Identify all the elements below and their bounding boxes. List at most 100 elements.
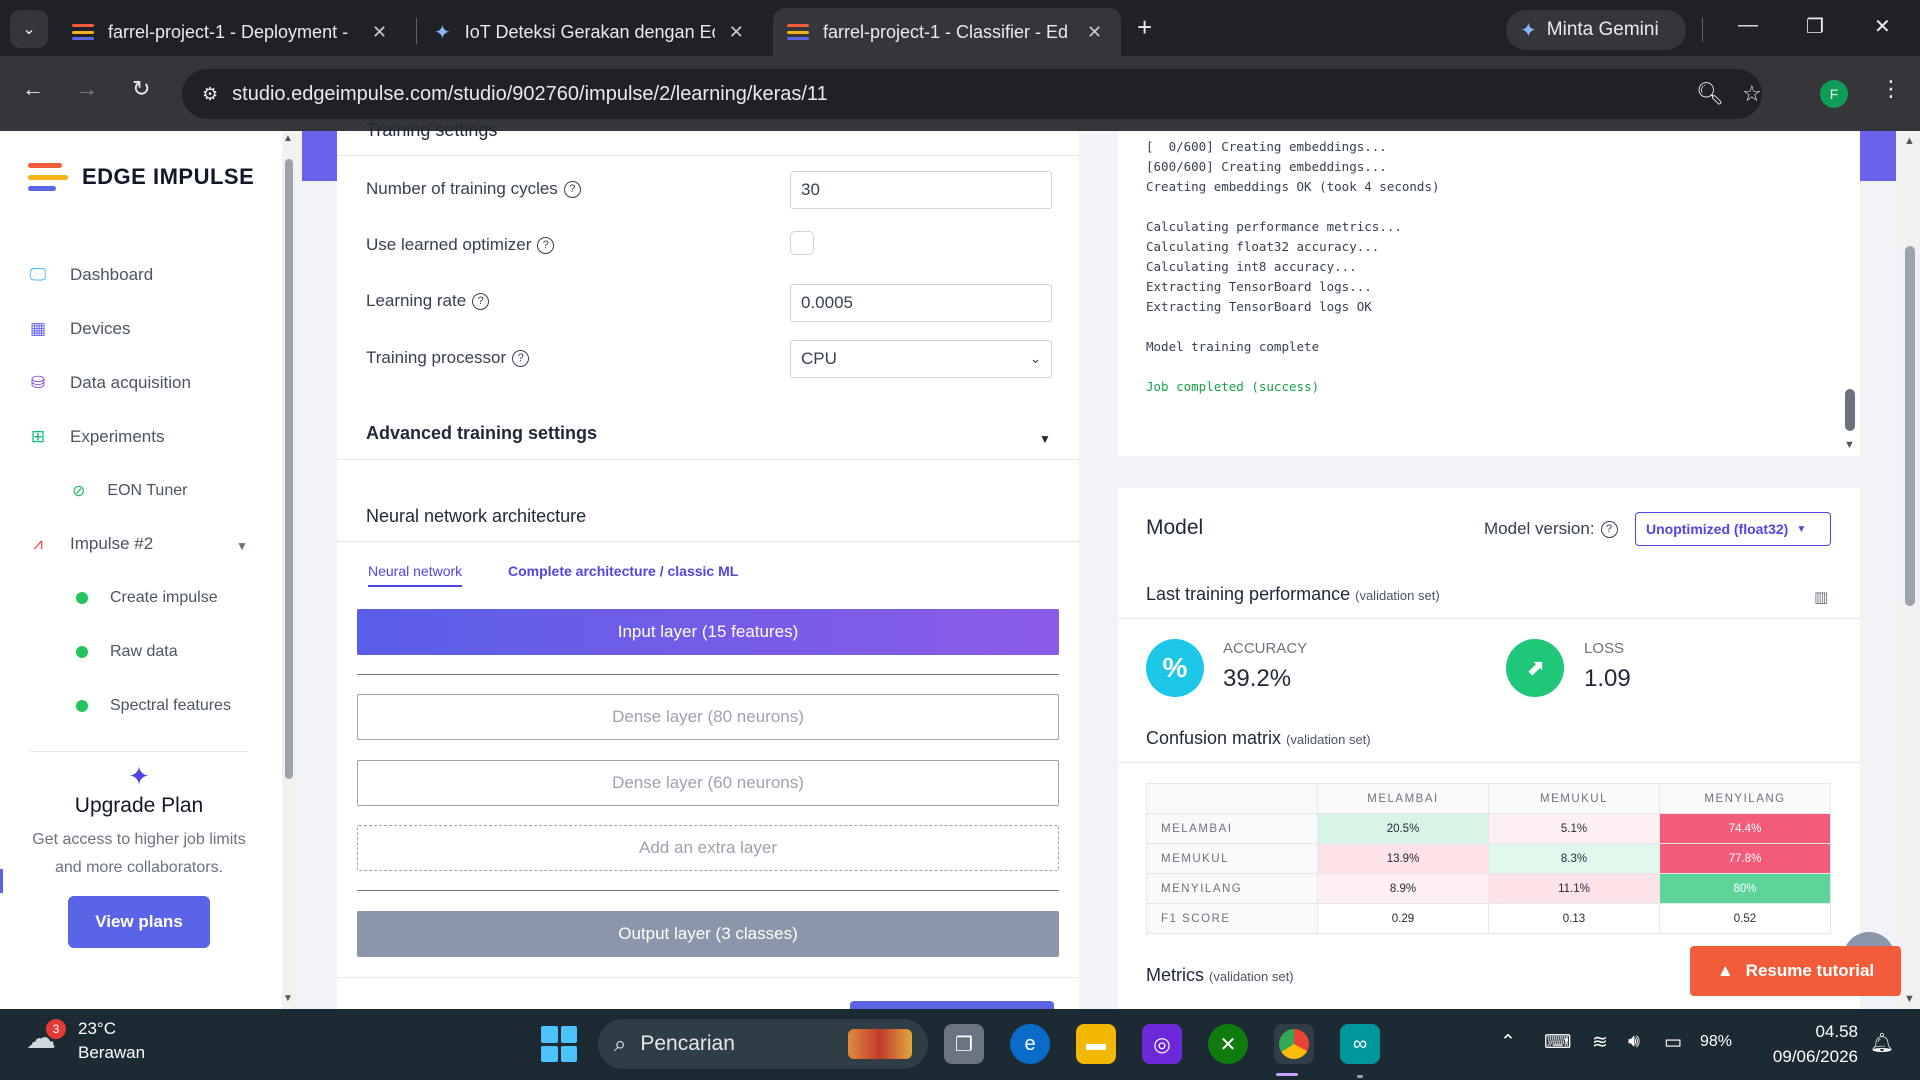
chrome-icon[interactable] <box>1274 1024 1314 1064</box>
start-training-button[interactable] <box>850 1001 1054 1009</box>
close-window-button[interactable]: ✕ <box>1874 14 1891 39</box>
sidebar-item-raw-data[interactable]: Raw data <box>76 643 178 661</box>
training-cycles-input[interactable]: 30 <box>790 171 1052 209</box>
log-line: [ 0/600] Creating embeddings... <box>1146 139 1387 154</box>
sidebar-item-devices[interactable]: ▦ Devices <box>28 319 131 339</box>
sidebar-item-create-impulse[interactable]: Create impulse <box>76 589 218 607</box>
output-layer-block[interactable]: Output layer (3 classes) <box>357 911 1059 957</box>
arduino-icon[interactable]: ∞ <box>1340 1024 1380 1064</box>
back-button[interactable]: ← <box>22 76 44 102</box>
reload-button[interactable]: ↻ <box>132 76 150 102</box>
close-icon[interactable]: ✕ <box>729 22 744 43</box>
arrow-right-icon: → <box>76 76 98 101</box>
help-icon[interactable]: ? <box>512 349 530 367</box>
sidebar-item-data-acquisition[interactable]: ⛁ Data acquisition <box>28 373 191 393</box>
validation-set-note: (validation set) <box>1286 732 1371 747</box>
scroll-up-icon[interactable]: ▲ <box>1904 135 1915 147</box>
help-icon[interactable]: ? <box>1600 520 1618 538</box>
taskbar-search[interactable]: ⌕ Pencarian <box>598 1019 928 1069</box>
caret-down-icon[interactable]: ▼ <box>236 539 248 553</box>
volume-icon[interactable]: 🔊︎ <box>1628 1031 1640 1053</box>
chevron-up-icon[interactable]: ⌃ <box>1500 1031 1516 1054</box>
address-bar[interactable]: ⚙ studio.edgeimpulse.com/studio/902760/i… <box>182 69 1762 119</box>
site-info-icon[interactable]: ⚙ <box>202 84 218 105</box>
scroll-down-icon[interactable]: ▼ <box>283 993 293 1004</box>
table-corner-cell <box>1146 783 1318 814</box>
menu-kebab-icon[interactable]: ⋮ <box>1880 76 1902 102</box>
app-icon[interactable]: ◎ <box>1142 1024 1182 1064</box>
tab-iot-deteksi[interactable]: ✦ IoT Deteksi Gerakan dengan Ed ✕ <box>420 8 758 56</box>
page-scrollbar[interactable]: ▲ ▼ <box>1900 131 1920 1009</box>
tab-neural-network[interactable]: Neural network <box>368 563 463 587</box>
bar-chart-icon[interactable]: ▥ <box>1814 588 1828 606</box>
tab-search-button[interactable]: ⌄ <box>10 10 48 48</box>
edge-impulse-logo[interactable]: EDGE IMPULSE <box>28 163 254 191</box>
tab-deployment[interactable]: farrel-project-1 - Deployment - ✕ <box>58 8 401 56</box>
sidebar-item-eon-tuner[interactable]: ⊘ EON Tuner <box>72 481 187 501</box>
help-icon[interactable]: ? <box>537 236 555 254</box>
windows-start-icon[interactable] <box>541 1026 577 1062</box>
view-plans-button[interactable]: View plans <box>68 896 210 948</box>
accuracy-value: 39.2% <box>1223 665 1292 692</box>
scroll-down-icon[interactable]: ▼ <box>1904 993 1915 1005</box>
input-layer-block[interactable]: Input layer (15 features) <box>357 609 1059 655</box>
file-explorer-icon[interactable]: ▬ <box>1076 1024 1116 1064</box>
caret-down-icon[interactable]: ▼ <box>1039 432 1051 446</box>
learning-rate-input[interactable]: 0.0005 <box>790 284 1052 322</box>
training-processor-select[interactable]: CPU ⌄ <box>790 340 1052 378</box>
learned-optimizer-checkbox[interactable] <box>790 231 814 255</box>
scroll-up-icon[interactable]: ▲ <box>283 133 293 144</box>
bookmark-star-icon[interactable]: ☆ <box>1742 81 1762 107</box>
scrollbar-thumb[interactable] <box>285 159 293 779</box>
new-tab-button[interactable]: + <box>1137 12 1152 43</box>
forward-button[interactable]: → <box>76 76 98 102</box>
tab-complete-architecture[interactable]: Complete architecture / classic ML <box>508 563 738 579</box>
help-icon[interactable]: ? <box>472 292 490 310</box>
sidebar-item-dashboard[interactable]: 🖵 Dashboard <box>28 265 153 285</box>
dense-layer-60[interactable]: Dense layer (60 neurons) <box>357 760 1059 806</box>
weather-widget[interactable]: ☁ 3 23°C Berawan <box>26 1017 145 1065</box>
url-text[interactable]: studio.edgeimpulse.com/studio/902760/imp… <box>232 83 828 106</box>
zoom-icon[interactable]: 🔍︎ <box>1696 81 1724 107</box>
sidebar-item-spectral-features[interactable]: Spectral features <box>76 697 231 715</box>
log-scrollbar[interactable]: ▼ <box>1842 131 1858 456</box>
close-icon[interactable]: ✕ <box>372 22 387 43</box>
tab-classifier-active[interactable]: farrel-project-1 - Classifier - Ed ✕ <box>773 8 1121 56</box>
table-cell: 5.1% <box>1488 813 1660 844</box>
scroll-down-icon[interactable]: ▼ <box>1844 439 1855 451</box>
notification-bell-icon[interactable]: 🔔︎ <box>1870 1031 1894 1055</box>
loss-value: 1.09 <box>1584 665 1631 692</box>
scrollbar-thumb[interactable] <box>1845 389 1855 431</box>
restore-button[interactable]: ❐ <box>1806 14 1824 39</box>
keyboard-icon[interactable]: ⌨ <box>1544 1031 1571 1054</box>
gemini-button[interactable]: ✦ Minta Gemini <box>1506 10 1686 50</box>
clock[interactable]: 04.58 09/06/2026 <box>1762 1019 1858 1069</box>
wifi-icon[interactable]: ≋ <box>1592 1031 1608 1054</box>
column-header: MENYILANG <box>1659 783 1831 814</box>
table-cell: 8.9% <box>1317 873 1489 904</box>
sidebar-item-impulse-2[interactable]: ⩘ Impulse #2 <box>28 534 153 554</box>
advanced-training-settings-toggle[interactable]: Advanced training settings <box>366 423 597 444</box>
tab-title: IoT Deteksi Gerakan dengan Ed <box>464 21 715 42</box>
metrics-header: Metrics (validation set) <box>1146 965 1294 986</box>
validation-set-note: (validation set) <box>1209 969 1294 984</box>
resume-tutorial-button[interactable]: ▲ Resume tutorial <box>1690 946 1901 996</box>
xbox-icon[interactable]: ✕ <box>1208 1024 1248 1064</box>
help-icon[interactable]: ? <box>563 180 581 198</box>
pulse-icon: ⩘ <box>33 534 43 553</box>
battery-icon[interactable]: ▭ <box>1664 1031 1682 1054</box>
model-version-select[interactable]: Unoptimized (float32) ▼ <box>1635 512 1831 546</box>
scrollbar-thumb[interactable] <box>1905 246 1915 606</box>
minimize-button[interactable]: — <box>1738 14 1758 37</box>
close-icon[interactable]: ✕ <box>1087 22 1102 43</box>
sidebar-item-experiments[interactable]: ⊞ Experiments <box>28 427 165 447</box>
nn-architecture-title: Neural network architecture <box>366 506 587 526</box>
divider <box>337 459 1079 460</box>
edge-browser-icon[interactable]: e <box>1010 1024 1050 1064</box>
compass-icon: ⊘ <box>72 483 86 500</box>
add-extra-layer-button[interactable]: Add an extra layer <box>357 825 1059 871</box>
sidebar-scrollbar[interactable]: ▲ ▼ <box>282 131 296 1009</box>
task-view-icon[interactable]: ❐ <box>944 1024 984 1064</box>
dense-layer-80[interactable]: Dense layer (80 neurons) <box>357 694 1059 740</box>
profile-avatar[interactable]: F <box>1820 80 1848 108</box>
